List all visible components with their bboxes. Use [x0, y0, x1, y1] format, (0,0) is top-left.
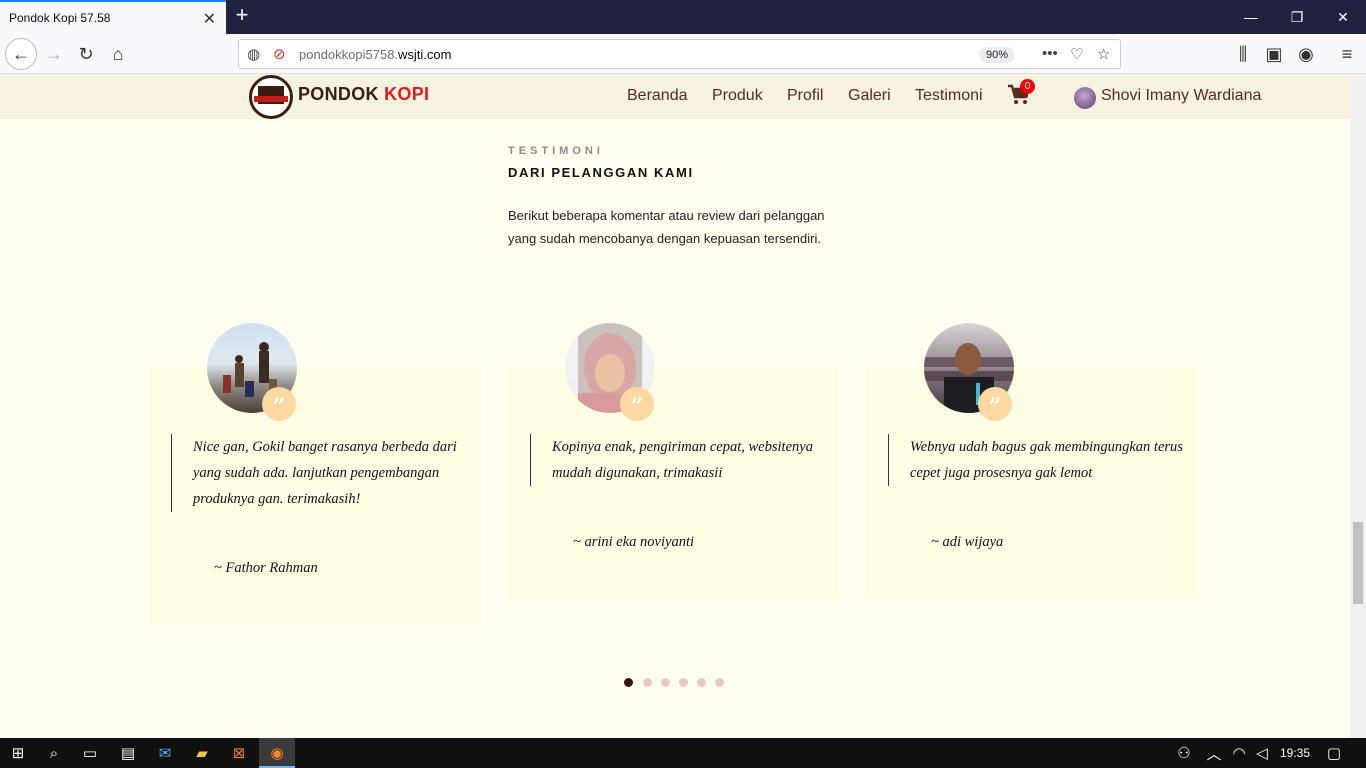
- site-header: PONDOK KOPI Beranda Produk Profil Galeri…: [0, 74, 1350, 119]
- brand-main: PONDOK: [298, 84, 379, 104]
- insecure-lock-icon[interactable]: ⊘: [273, 45, 286, 63]
- testimonial-text: Kopinya enak, pengiriman cepat, websiten…: [530, 434, 830, 486]
- section-description: Berikut beberapa komentar atau review da…: [508, 208, 825, 246]
- nav-testimoni[interactable]: Testimoni: [915, 87, 983, 105]
- nav-produk[interactable]: Produk: [712, 87, 763, 105]
- mail-icon[interactable]: ✉: [153, 741, 177, 765]
- minimize-icon[interactable]: —: [1228, 0, 1274, 34]
- testimonial-author: ~ arini eka noviyanti: [573, 534, 694, 550]
- notification-icon[interactable]: ▢: [1322, 741, 1346, 765]
- page-scrollbar[interactable]: [1350, 74, 1366, 738]
- testimonial-author: ~ adi wijaya: [931, 534, 1004, 550]
- nav-beranda[interactable]: Beranda: [627, 87, 688, 105]
- more-actions-icon[interactable]: •••: [1042, 45, 1058, 62]
- brand-name[interactable]: PONDOK KOPI: [298, 84, 429, 105]
- web-page: PONDOK KOPI Beranda Produk Profil Galeri…: [0, 74, 1350, 738]
- restore-icon[interactable]: ❐: [1274, 0, 1320, 34]
- chevron-up-icon[interactable]: ︿: [1202, 741, 1226, 765]
- close-window-icon[interactable]: ✕: [1320, 0, 1366, 34]
- forward-icon[interactable]: →: [40, 40, 68, 68]
- browser-tab[interactable]: Pondok Kopi 57.58 ✕: [0, 0, 226, 34]
- new-tab-icon[interactable]: +: [230, 4, 254, 28]
- testimonial-text: Nice gan, Gokil banget rasanya berbeda d…: [171, 434, 471, 512]
- home-icon[interactable]: ⌂: [104, 40, 132, 68]
- carousel-dot-1[interactable]: [624, 678, 633, 687]
- close-tab-icon[interactable]: ✕: [203, 9, 216, 29]
- reload-icon[interactable]: ↻: [72, 40, 100, 68]
- carousel-dot-5[interactable]: [697, 678, 706, 687]
- testimonial-author: ~ Fathor Rahman: [214, 560, 318, 576]
- volume-icon[interactable]: ◁: [1250, 741, 1274, 765]
- section-subtitle: TESTIMONI: [508, 145, 604, 157]
- quote-icon: ”: [262, 387, 296, 421]
- url-text[interactable]: pondokkopi5758.wsjti.com: [299, 47, 451, 62]
- back-icon[interactable]: ←: [5, 38, 37, 70]
- file-explorer-icon[interactable]: ▰: [190, 741, 214, 765]
- browser-tab-bar: Pondok Kopi 57.58 ✕ + — ❐ ✕: [0, 0, 1366, 34]
- cart-count-badge: 0: [1020, 79, 1035, 94]
- firefox-icon[interactable]: ◉: [265, 741, 289, 765]
- shield-icon[interactable]: ◍: [247, 45, 260, 63]
- xampp-icon[interactable]: ⊠: [227, 741, 251, 765]
- nav-galeri[interactable]: Galeri: [848, 87, 891, 105]
- windows-taskbar: ⊞ ⌕ ▭ ▤ ✉ ▰ ⊠ ◉ ⚇ ︿ ◠ ◁ 19:35 ▢: [0, 738, 1366, 768]
- section-title: DARI PELANGGAN KAMI: [508, 165, 694, 180]
- quote-icon: ”: [978, 387, 1012, 421]
- carousel-dot-6[interactable]: [715, 678, 724, 687]
- logo-band: [254, 96, 288, 102]
- user-avatar[interactable]: [1074, 87, 1096, 109]
- testimonial-text: Webnya udah bagus gak membingungkan teru…: [888, 434, 1188, 486]
- sidebar-icon[interactable]: ▣: [1260, 40, 1288, 68]
- taskbar-clock[interactable]: 19:35: [1280, 746, 1310, 760]
- quote-icon: ”: [620, 387, 654, 421]
- people-icon[interactable]: ⚇: [1172, 741, 1196, 765]
- pondok-kopi-logo[interactable]: [249, 75, 293, 119]
- url-bar[interactable]: ◍ ⊘ pondokkopi5758.wsjti.com 90% ••• ♡ ☆: [238, 39, 1121, 69]
- browser-nav-bar: ← → ↻ ⌂ ◍ ⊘ pondokkopi5758.wsjti.com 90%…: [0, 34, 1366, 74]
- windows-start-icon[interactable]: ⊞: [6, 741, 30, 765]
- wifi-icon[interactable]: ◠: [1227, 741, 1251, 765]
- carousel-dot-2[interactable]: [643, 678, 652, 687]
- bookmark-star-icon[interactable]: ☆: [1097, 45, 1110, 63]
- brand-accent: KOPI: [384, 84, 430, 104]
- pocket-icon[interactable]: ♡: [1070, 45, 1083, 63]
- menu-icon[interactable]: ≡: [1333, 40, 1361, 68]
- carousel-dot-4[interactable]: [679, 678, 688, 687]
- store-icon[interactable]: ▤: [116, 741, 140, 765]
- library-icon[interactable]: ⫼: [1229, 40, 1257, 68]
- search-icon[interactable]: ⌕: [42, 741, 66, 765]
- tab-title: Pondok Kopi 57.58: [9, 11, 111, 25]
- carousel-dot-3[interactable]: [661, 678, 670, 687]
- account-icon[interactable]: ◉: [1292, 40, 1320, 68]
- user-name[interactable]: Shovi Imany Wardiana: [1101, 87, 1261, 105]
- zoom-indicator[interactable]: 90%: [979, 47, 1016, 63]
- nav-profil[interactable]: Profil: [787, 87, 823, 105]
- task-view-icon[interactable]: ▭: [78, 741, 102, 765]
- scrollbar-thumb[interactable]: [1353, 522, 1363, 604]
